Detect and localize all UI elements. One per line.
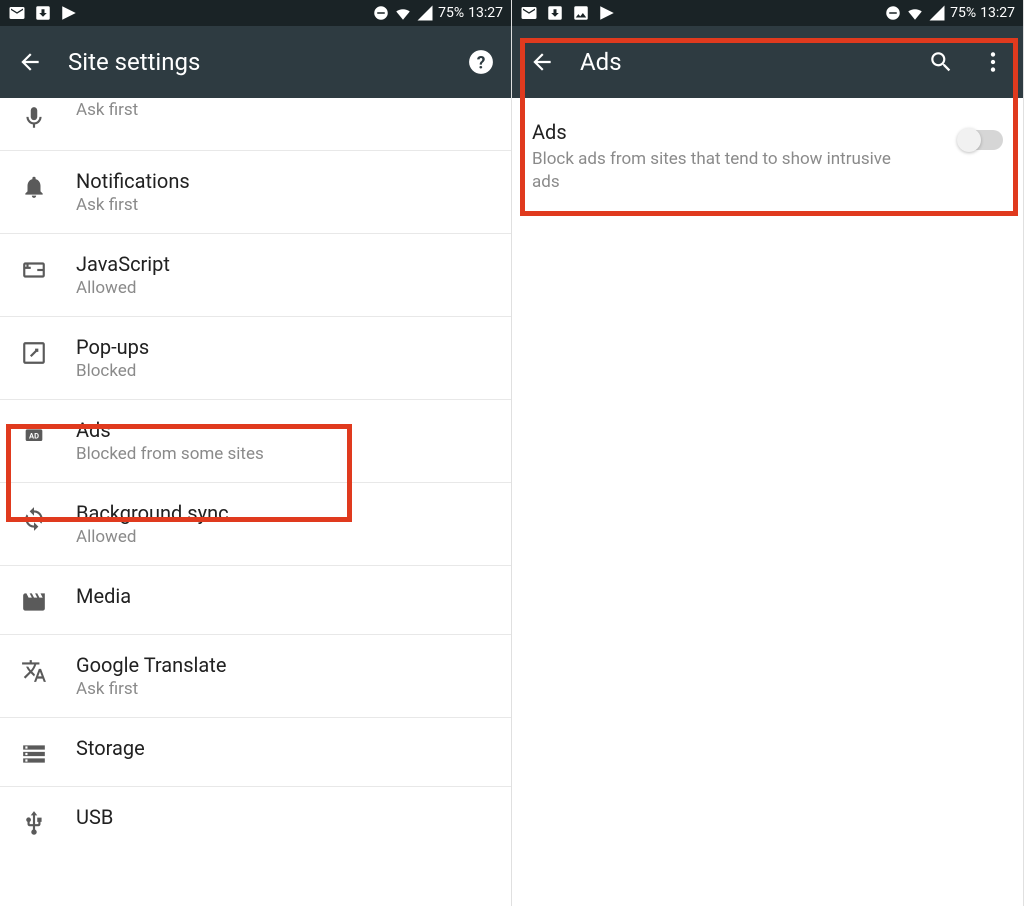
item-title: Ads [76, 418, 491, 442]
item-subtitle: Ask first [76, 679, 491, 699]
download-icon [34, 4, 52, 22]
toggle-knob [957, 128, 981, 152]
dnd-icon [884, 4, 902, 22]
wifi-icon [394, 4, 412, 22]
signal-icon [416, 4, 434, 22]
javascript-icon [20, 256, 48, 284]
ads-icon: AD [20, 422, 48, 450]
item-subtitle: Allowed [76, 278, 491, 298]
media-icon [20, 588, 48, 616]
list-item-javascript[interactable]: JavaScript Allowed [0, 234, 511, 317]
mail-icon [520, 4, 538, 22]
svg-text:AD: AD [29, 432, 39, 441]
app-bar-right: Ads [512, 26, 1023, 98]
list-item-popups[interactable]: Pop-ups Blocked [0, 317, 511, 400]
svg-text:?: ? [477, 54, 486, 74]
list-item-media[interactable]: Media [0, 566, 511, 635]
item-subtitle: Blocked from some sites [76, 444, 491, 464]
item-title: USB [76, 805, 491, 829]
mail-icon [8, 4, 26, 22]
item-subtitle: Allowed [76, 527, 491, 547]
storage-icon [20, 740, 48, 768]
microphone-icon [20, 104, 48, 132]
app-bar-left: Site settings ? [0, 26, 511, 98]
toggle-title: Ads [532, 120, 945, 144]
list-item-storage[interactable]: Storage [0, 718, 511, 787]
back-button[interactable] [528, 48, 556, 76]
popup-icon [20, 339, 48, 367]
dnd-icon [372, 4, 390, 22]
toggle-subtitle: Block ads from sites that tend to show i… [532, 148, 912, 194]
page-title: Site settings [68, 48, 443, 76]
play-store-icon [60, 4, 78, 22]
list-item-ads[interactable]: AD Ads Blocked from some sites [0, 400, 511, 483]
ads-toggle-switch[interactable] [959, 130, 1003, 150]
list-item-translate[interactable]: Google Translate Ask first [0, 635, 511, 718]
signal-icon [928, 4, 946, 22]
item-subtitle: Ask first [76, 195, 491, 215]
item-subtitle: Ask first [76, 100, 491, 120]
bell-icon [20, 173, 48, 201]
battery-text: 75% [438, 5, 464, 21]
item-subtitle: Blocked [76, 361, 491, 381]
ads-toggle-row[interactable]: Ads Block ads from sites that tend to sh… [512, 98, 1023, 214]
download-icon [546, 4, 564, 22]
more-button[interactable] [979, 48, 1007, 76]
status-bar: 75% 13:27 [0, 0, 511, 26]
list-item-background-sync[interactable]: Background sync Allowed [0, 483, 511, 566]
image-icon [572, 4, 590, 22]
wifi-icon [906, 4, 924, 22]
list-item-usb[interactable]: USB [0, 787, 511, 855]
status-bar: 75% 13:27 [512, 0, 1023, 26]
item-title: Background sync [76, 501, 491, 525]
item-title: Media [76, 584, 491, 608]
screen-site-settings: 75% 13:27 Site settings ? Ask first No [0, 0, 512, 906]
sync-icon [20, 505, 48, 533]
back-button[interactable] [16, 48, 44, 76]
page-title: Ads [580, 48, 903, 76]
battery-text: 75% [950, 5, 976, 21]
translate-icon [20, 657, 48, 685]
screen-ads: 75% 13:27 Ads Ads Block ads from sites t… [512, 0, 1024, 906]
time-text: 13:27 [468, 5, 503, 21]
time-text: 13:27 [980, 5, 1015, 21]
settings-list: Ask first Notifications Ask first JavaSc… [0, 98, 511, 855]
list-item-notifications[interactable]: Notifications Ask first [0, 151, 511, 234]
item-title: Notifications [76, 169, 491, 193]
item-title: Google Translate [76, 653, 491, 677]
play-store-icon [598, 4, 616, 22]
help-button[interactable]: ? [467, 48, 495, 76]
item-title: JavaScript [76, 252, 491, 276]
item-title: Pop-ups [76, 335, 491, 359]
list-item-microphone[interactable]: Ask first [0, 98, 511, 151]
search-button[interactable] [927, 48, 955, 76]
item-title: Storage [76, 736, 491, 760]
usb-icon [20, 809, 48, 837]
